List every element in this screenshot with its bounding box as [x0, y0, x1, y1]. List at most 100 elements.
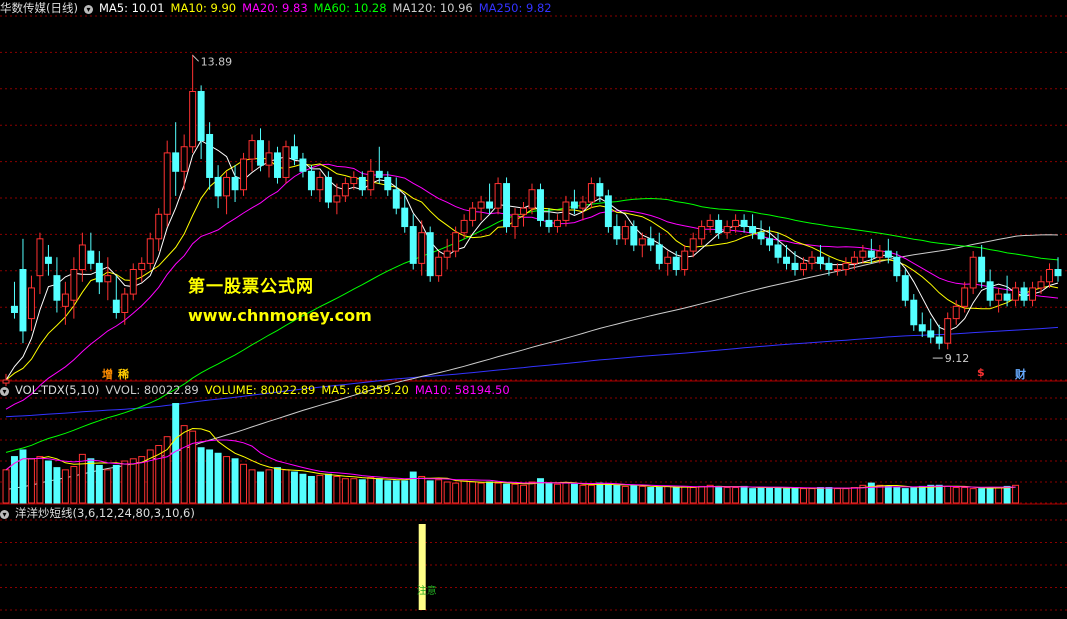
candle-body [570, 201, 578, 209]
candle-body [197, 91, 205, 142]
candle-body [95, 262, 103, 283]
volume-bar [112, 464, 120, 504]
volume-bar [732, 487, 740, 504]
volume-bar [613, 484, 621, 504]
candle-body [316, 176, 324, 191]
candle-body [27, 287, 35, 320]
volume-bar [528, 481, 536, 504]
candle-body [375, 170, 383, 178]
ma-label-5: MA250: 9.82 [478, 1, 552, 15]
volume-bar [545, 482, 553, 504]
volume-label-2: MA5: 68359.20 [321, 383, 409, 397]
volume-bar [189, 430, 197, 504]
candle-body [774, 244, 782, 258]
expand-icon[interactable]: ▾ [83, 5, 93, 14]
candle-body [1046, 269, 1053, 283]
ma-label-1: MA10: 9.90 [170, 1, 237, 15]
volume-label-0: VVOL: 80022.89 [105, 383, 199, 397]
volume-header: ▾ VOL-TDX(5,10) VVOL: 80022.89 VOLUME: 8002… [0, 382, 522, 398]
candle-body [791, 262, 799, 271]
candle-body [307, 170, 315, 191]
volume-bar [808, 488, 816, 504]
candle-body [816, 256, 824, 264]
volume-bar [1012, 484, 1020, 504]
volume-bar [800, 488, 807, 504]
candle-body [146, 238, 154, 264]
volume-bar [375, 478, 383, 504]
badge-zeng-text: 增 [102, 368, 113, 381]
candle-body [511, 213, 519, 228]
candle-body [867, 250, 875, 258]
volume-bar [664, 485, 672, 504]
candle-body [986, 281, 994, 301]
volume-bar [2, 469, 10, 504]
volume-bar [698, 485, 706, 504]
candle-body [1020, 287, 1028, 301]
volume-bar [511, 483, 519, 504]
volume-bar [986, 487, 994, 504]
candle-body [884, 250, 892, 258]
volume-bar [562, 482, 570, 504]
candle-body [944, 318, 952, 344]
expand-icon[interactable]: ▾ [0, 510, 9, 519]
volume-bar [655, 487, 663, 504]
badge-zeng[interactable]: 增 [102, 366, 113, 382]
candle-body [180, 146, 188, 172]
volume-bar [333, 475, 341, 504]
ma250-line [5, 326, 1059, 418]
volume-bar [825, 487, 833, 504]
volume-bar [850, 487, 858, 504]
candle-body [44, 256, 52, 264]
candle-body [927, 330, 935, 338]
volume-bar [19, 449, 27, 504]
volume-bar [910, 487, 918, 504]
candle-body [647, 238, 655, 246]
ma60-line [5, 197, 1059, 453]
volume-bar [121, 460, 129, 504]
candle-body [460, 219, 468, 234]
candle-body [87, 250, 95, 264]
volume-bar [265, 469, 273, 504]
volume-bar [36, 456, 44, 504]
volume-bar [95, 464, 103, 504]
ma-label-0: MA5: 10.01 [98, 1, 165, 15]
candle-body [808, 256, 816, 264]
candle-body [1029, 287, 1037, 301]
candle-body [740, 219, 748, 228]
candle-body [587, 183, 595, 203]
candle-body [749, 226, 757, 234]
volume-bar [952, 487, 960, 504]
volume-bar [486, 481, 494, 504]
volume-bar [723, 487, 731, 504]
candle-body [757, 232, 765, 240]
candle-body [859, 250, 867, 258]
candle-body [53, 275, 61, 301]
expand-icon[interactable]: ▾ [0, 387, 9, 396]
badge-xi[interactable]: 稀 [118, 366, 129, 382]
candle-body [104, 275, 112, 283]
candle-body [689, 238, 697, 252]
main-header: 华数传媒(日线) ▾ MA5: 10.01 MA10: 9.90 MA20: 9.83 M… [0, 0, 564, 16]
volume-bar [341, 478, 349, 504]
high-arrow [192, 54, 199, 62]
volume-bar [282, 469, 290, 504]
candle-body [1003, 293, 1011, 301]
candle-body [706, 219, 714, 228]
chart-canvas[interactable]: 13.89 9.12 注意 [0, 0, 1067, 615]
volume-bar [358, 479, 366, 504]
candle-body [503, 183, 511, 228]
badge-dollar[interactable]: $ [977, 366, 985, 379]
badge-cai[interactable]: 财 [1015, 366, 1026, 382]
candle-body [231, 176, 239, 191]
volume-bar [783, 488, 790, 504]
volume-bar [392, 480, 400, 504]
candle-body [537, 189, 544, 221]
volume-bar [901, 488, 909, 504]
candle-body [19, 269, 27, 332]
candle-body [978, 256, 986, 283]
candle-body [918, 324, 926, 332]
volume-bar [604, 483, 612, 504]
volume-bar [384, 480, 392, 504]
candle-body [486, 201, 494, 209]
volume-bar [503, 483, 511, 504]
